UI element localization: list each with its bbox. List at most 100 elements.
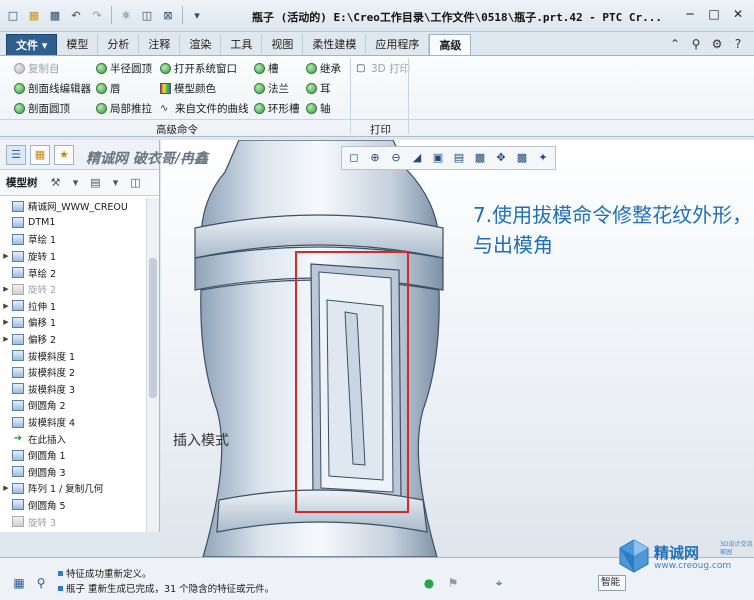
- tab-flexible-modeling[interactable]: 柔性建模: [303, 34, 367, 56]
- tree-settings-icon[interactable]: ⚒: [48, 176, 64, 189]
- flange-button[interactable]: 法兰: [254, 79, 289, 97]
- maximize-icon[interactable]: □: [704, 5, 724, 23]
- customize-icon[interactable]: ▾: [188, 6, 206, 24]
- find-icon[interactable]: ⌖: [490, 574, 508, 592]
- tree-item[interactable]: 精诚网_WWW_CREOU: [0, 198, 146, 215]
- tree-item[interactable]: 倒圆角 1: [0, 447, 146, 464]
- minimize-ribbon-icon[interactable]: ⌃: [667, 36, 683, 52]
- copy-from-button[interactable]: 复制自: [14, 59, 60, 77]
- local-push-label: 局部推拉: [110, 102, 152, 115]
- tree-item[interactable]: 拔模斜度 4: [0, 414, 146, 431]
- groove-button[interactable]: 槽: [254, 59, 279, 77]
- expand-arrow-icon[interactable]: ▶: [0, 335, 12, 343]
- tree-item[interactable]: 拔模斜度 1: [0, 347, 146, 364]
- spin-center-icon[interactable]: ✦: [533, 149, 553, 167]
- tree-item[interactable]: ▶ 阵列 1 / 复制几何: [0, 480, 146, 497]
- tree-scroll-thumb[interactable]: [149, 258, 157, 398]
- tab-analysis[interactable]: 分析: [98, 34, 140, 56]
- tree-item[interactable]: DTM1: [0, 215, 146, 232]
- curve-from-file-button[interactable]: ∿ 来自文件的曲线: [160, 99, 249, 117]
- annotation-display-icon[interactable]: ▩: [512, 149, 532, 167]
- favorites-tab-icon[interactable]: ★: [54, 144, 74, 165]
- tree-item[interactable]: 旋转 3: [0, 513, 146, 530]
- tree-item-label: 精诚网_WWW_CREOU: [28, 202, 128, 214]
- tree-item[interactable]: ▶ 旋转 1: [0, 248, 146, 265]
- dropdown-icon[interactable]: ▾: [108, 176, 124, 189]
- tab-view[interactable]: 视图: [262, 34, 304, 56]
- tab-advanced[interactable]: 高级: [429, 34, 472, 56]
- expand-arrow-icon[interactable]: ▶: [0, 252, 12, 260]
- ear-button[interactable]: 耳: [306, 79, 331, 97]
- graphics-window[interactable]: ◻ ⊕ ⊖ ◢ ▣ ▤ ▩ ✥ ▩ ✦ 7.使用拔模命令修整花纹外形，与出模角 …: [161, 140, 754, 557]
- tree-item[interactable]: 倒圆角 3: [0, 464, 146, 481]
- close-icon[interactable]: ✕: [728, 5, 748, 23]
- section-editor-button[interactable]: 剖面线编辑器: [14, 79, 91, 97]
- inherit-button[interactable]: 继承: [306, 59, 341, 77]
- expand-arrow-icon[interactable]: ▶: [0, 302, 12, 310]
- model-tree-title: 模型树: [6, 177, 38, 189]
- tab-model[interactable]: 模型: [57, 34, 99, 56]
- tree-item[interactable]: 拔模斜度 3: [0, 381, 146, 398]
- print-3d-button[interactable]: ▢ 3D 打印: [356, 59, 410, 77]
- folder-browser-tab-icon[interactable]: ▦: [30, 144, 50, 165]
- minimize-icon[interactable]: ─: [680, 5, 700, 23]
- filter-icon[interactable]: ◫: [128, 176, 144, 189]
- close-window-icon[interactable]: ⊠: [159, 6, 177, 24]
- tree-item[interactable]: 倒圆角 2: [0, 397, 146, 414]
- refit-icon[interactable]: ◻: [344, 149, 364, 167]
- tree-item[interactable]: ▶ 旋转 2: [0, 281, 146, 298]
- settings-icon[interactable]: ⚙: [709, 36, 725, 52]
- regen-status-icon[interactable]: ●: [420, 574, 438, 592]
- undo-icon[interactable]: ↶: [67, 6, 85, 24]
- tab-annotate[interactable]: 注释: [139, 34, 181, 56]
- tree-item[interactable]: ▶ 偏移 2: [0, 331, 146, 348]
- toolbar-divider: [182, 6, 183, 24]
- tree-item[interactable]: ▶ 拉伸 1: [0, 298, 146, 315]
- layout-icon[interactable]: ▦: [10, 574, 28, 592]
- tree-item[interactable]: 草绘 2: [0, 264, 146, 281]
- repaint-icon[interactable]: ◢: [407, 149, 427, 167]
- lip-button[interactable]: 唇: [96, 79, 121, 97]
- tab-tools[interactable]: 工具: [221, 34, 263, 56]
- tree-item[interactable]: 倒圆角 5: [0, 497, 146, 514]
- model-tree-tab-icon[interactable]: ☰: [6, 144, 26, 165]
- tree-item[interactable]: 草绘 1: [0, 231, 146, 248]
- navigator-toggle-icon[interactable]: ⚲: [32, 574, 50, 592]
- search-icon[interactable]: ⚲: [688, 36, 704, 52]
- open-system-window-button[interactable]: 打开系统窗口: [160, 59, 237, 77]
- tree-item[interactable]: ➔ 在此插入: [0, 430, 146, 447]
- tab-applications[interactable]: 应用程序: [366, 34, 430, 56]
- expand-arrow-icon[interactable]: ▶: [0, 285, 12, 293]
- local-push-button[interactable]: 局部推拉: [96, 99, 152, 117]
- zoom-out-icon[interactable]: ⊖: [386, 149, 406, 167]
- tree-scrollbar[interactable]: [146, 198, 159, 532]
- toroidal-bend-button[interactable]: 环形槽: [254, 99, 300, 117]
- section-dome-button[interactable]: 剖面圆顶: [14, 99, 70, 117]
- display-style-icon[interactable]: ▣: [428, 149, 448, 167]
- windows-icon[interactable]: ◫: [138, 6, 156, 24]
- expand-arrow-icon[interactable]: ▶: [0, 318, 12, 326]
- regenerate-icon[interactable]: ⚛: [117, 6, 135, 24]
- zoom-in-icon[interactable]: ⊕: [365, 149, 385, 167]
- expand-arrow-icon[interactable]: ▶: [0, 484, 12, 492]
- radius-dome-button[interactable]: 半径圆顶: [96, 59, 152, 77]
- tab-file[interactable]: 文件 ▾: [6, 34, 58, 56]
- help-icon[interactable]: ?: [730, 36, 746, 52]
- tab-render[interactable]: 渲染: [180, 34, 222, 56]
- tree-item[interactable]: 拔模斜度 2: [0, 364, 146, 381]
- view-manager-icon[interactable]: ▩: [470, 149, 490, 167]
- tree-item[interactable]: ▶ 偏移 1: [0, 314, 146, 331]
- copy-from-icon: [14, 62, 25, 74]
- new-icon[interactable]: □: [4, 6, 22, 24]
- shaft-button[interactable]: 轴: [306, 99, 331, 117]
- datum-display-icon[interactable]: ✥: [491, 149, 511, 167]
- open-icon[interactable]: ▦: [25, 6, 43, 24]
- show-icon[interactable]: ▤: [88, 176, 104, 189]
- save-icon[interactable]: ▩: [46, 6, 64, 24]
- dropdown-icon[interactable]: ▾: [68, 176, 84, 189]
- saved-views-icon[interactable]: ▤: [449, 149, 469, 167]
- feature-icon: [12, 366, 24, 378]
- flag-icon[interactable]: ⚑: [444, 574, 462, 592]
- model-color-button[interactable]: 模型颜色: [160, 79, 216, 97]
- redo-icon[interactable]: ↷: [88, 6, 106, 24]
